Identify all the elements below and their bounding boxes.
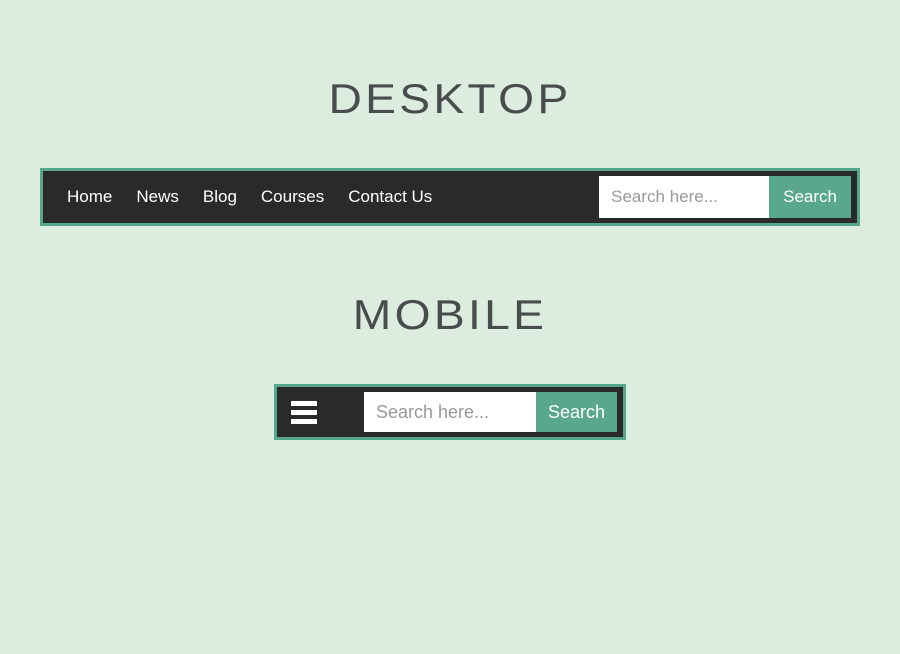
navbar-mobile: Search xyxy=(274,384,626,440)
search-input[interactable] xyxy=(364,392,536,432)
nav-link-news[interactable]: News xyxy=(124,177,191,217)
mobile-heading: MOBILE xyxy=(0,291,900,339)
nav-link-home[interactable]: Home xyxy=(55,177,124,217)
search-desktop: Search xyxy=(599,176,851,218)
search-mobile: Search xyxy=(364,392,617,432)
navbar-desktop: Home News Blog Courses Contact Us Search xyxy=(40,168,860,226)
nav-link-blog[interactable]: Blog xyxy=(191,177,249,217)
search-button[interactable]: Search xyxy=(536,392,617,432)
search-button[interactable]: Search xyxy=(769,176,851,218)
search-input[interactable] xyxy=(599,176,769,218)
nav-link-courses[interactable]: Courses xyxy=(249,177,336,217)
nav-link-contact[interactable]: Contact Us xyxy=(336,177,444,217)
nav-links: Home News Blog Courses Contact Us xyxy=(55,177,444,217)
hamburger-icon[interactable] xyxy=(291,401,317,424)
desktop-heading: DESKTOP xyxy=(0,75,900,123)
